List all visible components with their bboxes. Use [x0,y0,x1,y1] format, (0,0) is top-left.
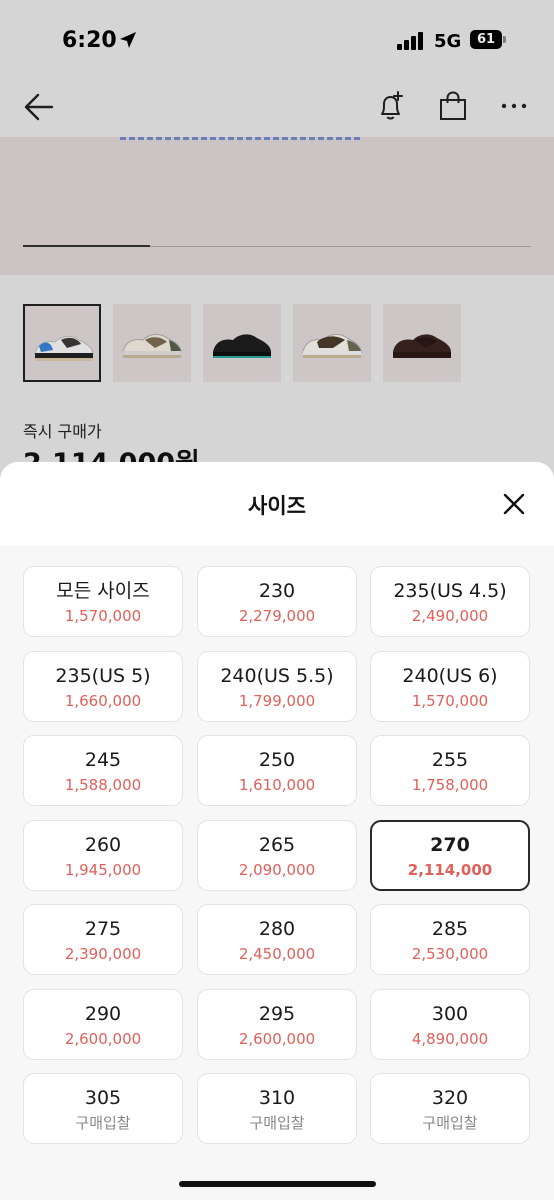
home-indicator [179,1181,376,1187]
size-option[interactable]: 300 4,890,000 [370,989,530,1060]
size-option-label: 310 [258,1087,296,1109]
size-option[interactable]: 310 구매입찰 [197,1073,357,1144]
size-option-price: 2,450,000 [238,945,316,963]
size-option[interactable]: 모든 사이즈 1,570,000 [23,566,183,637]
size-option-price: 1,799,000 [238,692,316,710]
size-option[interactable]: 305 구매입찰 [23,1073,183,1144]
sheet-header: 사이즈 [0,462,554,546]
close-icon[interactable] [499,489,529,519]
size-option-price: 2,090,000 [238,861,316,879]
size-option-label: 245 [84,749,122,771]
size-option-price: 2,530,000 [411,945,489,963]
size-option-price: 구매입찰 [422,1114,478,1132]
size-bottom-sheet: 사이즈 모든 사이즈 1,570,000 230 2,279,000 235(US 4.… [0,462,554,1200]
size-option-price: 2,490,000 [411,607,489,625]
size-option-label: 235(US 5) [55,665,151,687]
size-option-label: 240(US 5.5) [220,665,334,687]
size-option-price: 2,114,000 [407,861,493,879]
size-option-price: 1,758,000 [411,776,489,794]
size-option-label: 275 [84,918,122,940]
size-option-price: 구매입찰 [249,1114,305,1132]
size-option[interactable]: 235(US 5) 1,660,000 [23,651,183,722]
size-option-price: 2,600,000 [238,1030,316,1048]
size-option-price: 2,390,000 [64,945,142,963]
size-option[interactable]: 295 2,600,000 [197,989,357,1060]
size-option-label: 300 [431,1003,469,1025]
size-option-label: 모든 사이즈 [56,580,150,602]
size-option-price: 1,570,000 [64,607,142,625]
size-option[interactable]: 280 2,450,000 [197,904,357,975]
size-option-label: 255 [431,749,469,771]
size-option-price: 1,610,000 [238,776,316,794]
size-option[interactable]: 275 2,390,000 [23,904,183,975]
size-option-price: 1,570,000 [411,692,489,710]
size-option[interactable]: 260 1,945,000 [23,820,183,891]
size-option[interactable]: 265 2,090,000 [197,820,357,891]
size-option[interactable]: 250 1,610,000 [197,735,357,806]
size-option[interactable]: 290 2,600,000 [23,989,183,1060]
size-option[interactable]: 255 1,758,000 [370,735,530,806]
sheet-title: 사이즈 [248,494,306,518]
size-option-label: 270 [430,834,470,856]
size-option-label: 280 [258,918,296,940]
size-option-label: 265 [258,834,296,856]
size-option[interactable]: 235(US 4.5) 2,490,000 [370,566,530,637]
size-option[interactable]: 230 2,279,000 [197,566,357,637]
size-option[interactable]: 240(US 5.5) 1,799,000 [197,651,357,722]
size-option-label: 290 [84,1003,122,1025]
size-option-label: 235(US 4.5) [393,580,507,602]
size-option[interactable]: 240(US 6) 1,570,000 [370,651,530,722]
size-option-price: 1,588,000 [64,776,142,794]
size-option-price: 2,600,000 [64,1030,142,1048]
size-option-price: 2,279,000 [238,607,316,625]
size-option-price: 구매입찰 [75,1114,131,1132]
size-option-label: 295 [258,1003,296,1025]
size-option[interactable]: 245 1,588,000 [23,735,183,806]
size-option[interactable]: 270 2,114,000 [370,820,530,891]
size-option-label: 320 [431,1087,469,1109]
size-option-label: 260 [84,834,122,856]
size-option-label: 240(US 6) [402,665,498,687]
size-option-label: 230 [258,580,296,602]
size-option-price: 4,890,000 [411,1030,489,1048]
size-option-price: 1,945,000 [64,861,142,879]
size-option-label: 305 [84,1087,122,1109]
size-option-label: 285 [431,918,469,940]
size-option-price: 1,660,000 [64,692,142,710]
size-option[interactable]: 320 구매입찰 [370,1073,530,1144]
size-option-label: 250 [258,749,296,771]
size-option[interactable]: 285 2,530,000 [370,904,530,975]
